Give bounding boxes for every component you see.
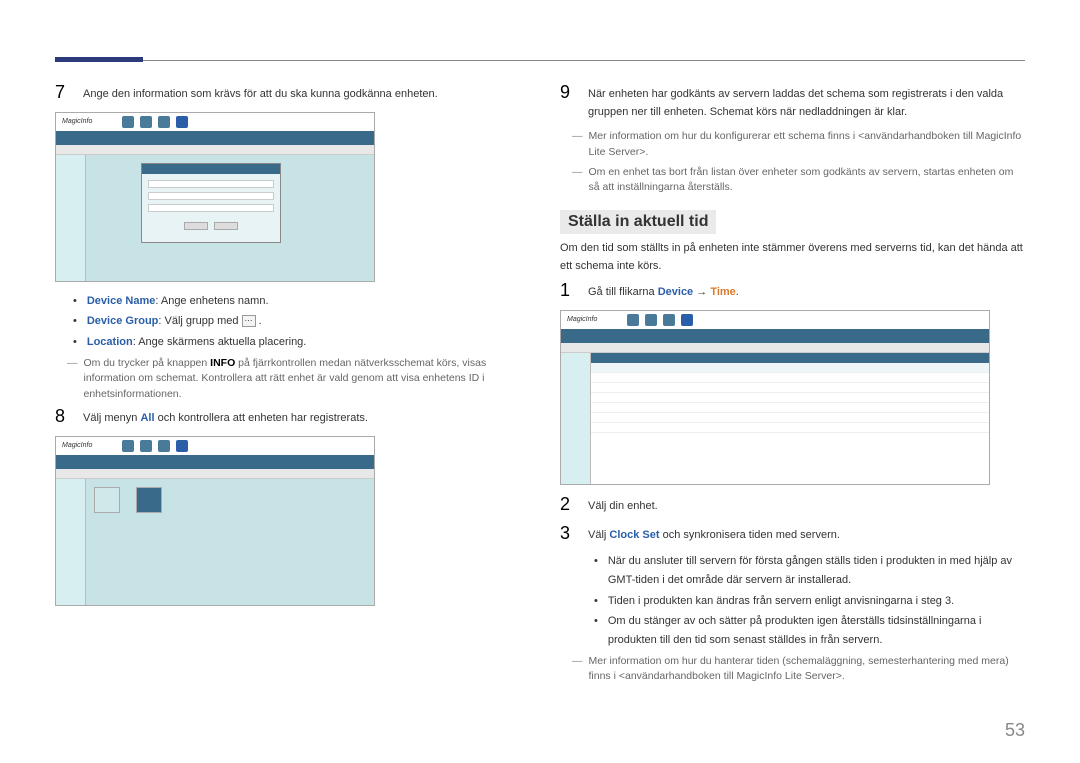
text-location: : Ange skärmens aktuella placering. xyxy=(133,336,307,348)
page-body: 7 Ange den information som krävs för att… xyxy=(0,0,1080,709)
note-remove: Om en enhet tas bort från listan över en… xyxy=(560,165,1025,197)
s3b: Clock Set xyxy=(609,529,659,541)
step-text: Gå till flikarna Device → Time. xyxy=(588,281,1025,302)
step-text: Ange den information som krävs för att d… xyxy=(83,83,520,104)
note-schema: Mer information om hur du konfigurerar e… xyxy=(560,129,1025,161)
left-column: 7 Ange den information som krävs för att… xyxy=(55,48,520,689)
sub-bullet-3: Om du stänger av och sätter på produkten… xyxy=(560,612,1025,649)
right-column: 9 När enheten har godkänts av servern la… xyxy=(560,48,1025,689)
section-intro: Om den tid som ställts in på enheten int… xyxy=(560,240,1025,275)
step-number: 7 xyxy=(55,83,71,103)
s1c: → xyxy=(693,286,710,298)
note-time-text: Mer information om hur du hanterar tiden… xyxy=(589,654,1026,686)
sub-bullet-1: När du ansluter till servern för första … xyxy=(560,552,1025,589)
step-number: 1 xyxy=(560,281,576,301)
screenshot-approve: MagicInfo xyxy=(55,112,375,282)
note-remove-text: Om en enhet tas bort från listan över en… xyxy=(589,165,1026,197)
note-info-b: INFO xyxy=(210,357,235,369)
step-number: 3 xyxy=(560,524,576,544)
screenshot-time: MagicInfo xyxy=(560,310,990,485)
step-number: 9 xyxy=(560,83,576,103)
step-text: Välj menyn All och kontrollera att enhet… xyxy=(83,407,520,428)
header-rule xyxy=(55,60,1025,61)
text-device-group-b: . xyxy=(256,315,262,327)
step-3: 3 Välj Clock Set och synkronisera tiden … xyxy=(560,524,1025,545)
note-info: Om du trycker på knappen INFO på fjärrko… xyxy=(55,356,520,403)
screenshot-all: MagicInfo xyxy=(55,436,375,606)
step-number: 2 xyxy=(560,495,576,515)
page-number: 53 xyxy=(1005,720,1025,741)
s3a: Välj xyxy=(588,529,609,541)
sb3: Om du stänger av och sätter på produkten… xyxy=(608,612,1025,649)
header-accent xyxy=(55,57,143,62)
step-text: Välj Clock Set och synkronisera tiden me… xyxy=(588,524,1025,545)
ss-brand: MagicInfo xyxy=(567,316,597,323)
sb1: När du ansluter till servern för första … xyxy=(608,552,1025,589)
note-time: Mer information om hur du hanterar tiden… xyxy=(560,654,1025,686)
step8-c: och kontrollera att enheten har registre… xyxy=(155,412,368,424)
s3c: och synkronisera tiden med servern. xyxy=(660,529,840,541)
step-2: 2 Välj din enhet. xyxy=(560,495,1025,516)
s1a: Gå till flikarna xyxy=(588,286,658,298)
ss-brand: MagicInfo xyxy=(62,118,92,125)
sb2: Tiden i produkten kan ändras från server… xyxy=(608,592,954,611)
step8-b: All xyxy=(140,412,154,424)
sub-bullet-2: Tiden i produkten kan ändras från server… xyxy=(560,592,1025,611)
label-device-group: Device Group xyxy=(87,315,159,327)
step-7: 7 Ange den information som krävs för att… xyxy=(55,83,520,104)
step-8: 8 Välj menyn All och kontrollera att enh… xyxy=(55,407,520,428)
ellipsis-icon: ⋯ xyxy=(242,315,256,327)
bullet-device-group: Device Group: Välj grupp med ⋯ . xyxy=(55,312,520,331)
step8-a: Välj menyn xyxy=(83,412,140,424)
text-device-name: : Ange enhetens namn. xyxy=(155,295,268,307)
note-info-a: Om du trycker på knappen xyxy=(84,357,211,369)
step-1: 1 Gå till flikarna Device → Time. xyxy=(560,281,1025,302)
step-text: När enheten har godkänts av servern ladd… xyxy=(588,83,1025,121)
text-device-group-a: : Välj grupp med xyxy=(158,315,241,327)
s1e: . xyxy=(736,286,739,298)
note-schema-text: Mer information om hur du konfigurerar e… xyxy=(589,129,1026,161)
label-location: Location xyxy=(87,336,133,348)
section-heading: Ställa in aktuell tid xyxy=(560,210,716,234)
s1d: Time xyxy=(710,286,735,298)
step-text: Välj din enhet. xyxy=(588,495,1025,516)
step-9: 9 När enheten har godkänts av servern la… xyxy=(560,83,1025,121)
s1b: Device xyxy=(658,286,693,298)
step-number: 8 xyxy=(55,407,71,427)
bullet-device-name: Device Name: Ange enhetens namn. xyxy=(55,292,520,311)
label-device-name: Device Name xyxy=(87,295,156,307)
ss-brand: MagicInfo xyxy=(62,442,92,449)
bullet-location: Location: Ange skärmens aktuella placeri… xyxy=(55,333,520,352)
